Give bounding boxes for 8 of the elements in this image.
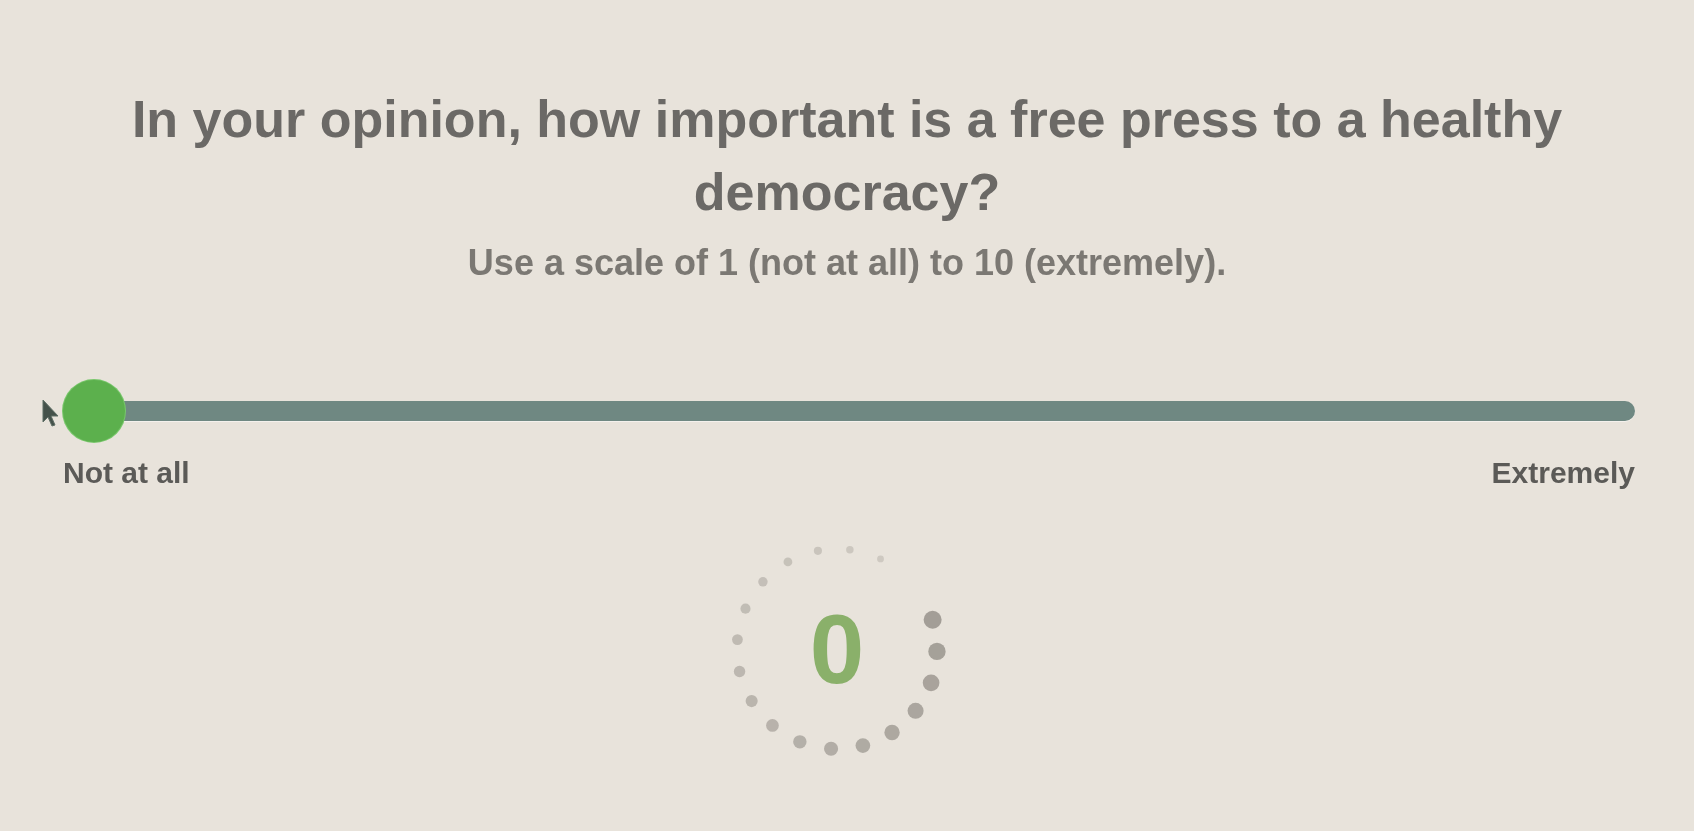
instruction-text: Use a scale of 1 (not at all) to 10 (extremely). — [467, 241, 1227, 284]
question-title: In your opinion, how important is a free press to a healthy democracy? — [130, 89, 1564, 223]
mouse-pointer-icon — [42, 399, 60, 427]
score-value: 0 — [809, 600, 865, 698]
slider-thumb[interactable] — [63, 380, 125, 442]
slider-track[interactable] — [63, 380, 1635, 442]
scale-max-label: Extremely — [1491, 455, 1635, 491]
scale-min-label: Not at all — [63, 455, 190, 491]
